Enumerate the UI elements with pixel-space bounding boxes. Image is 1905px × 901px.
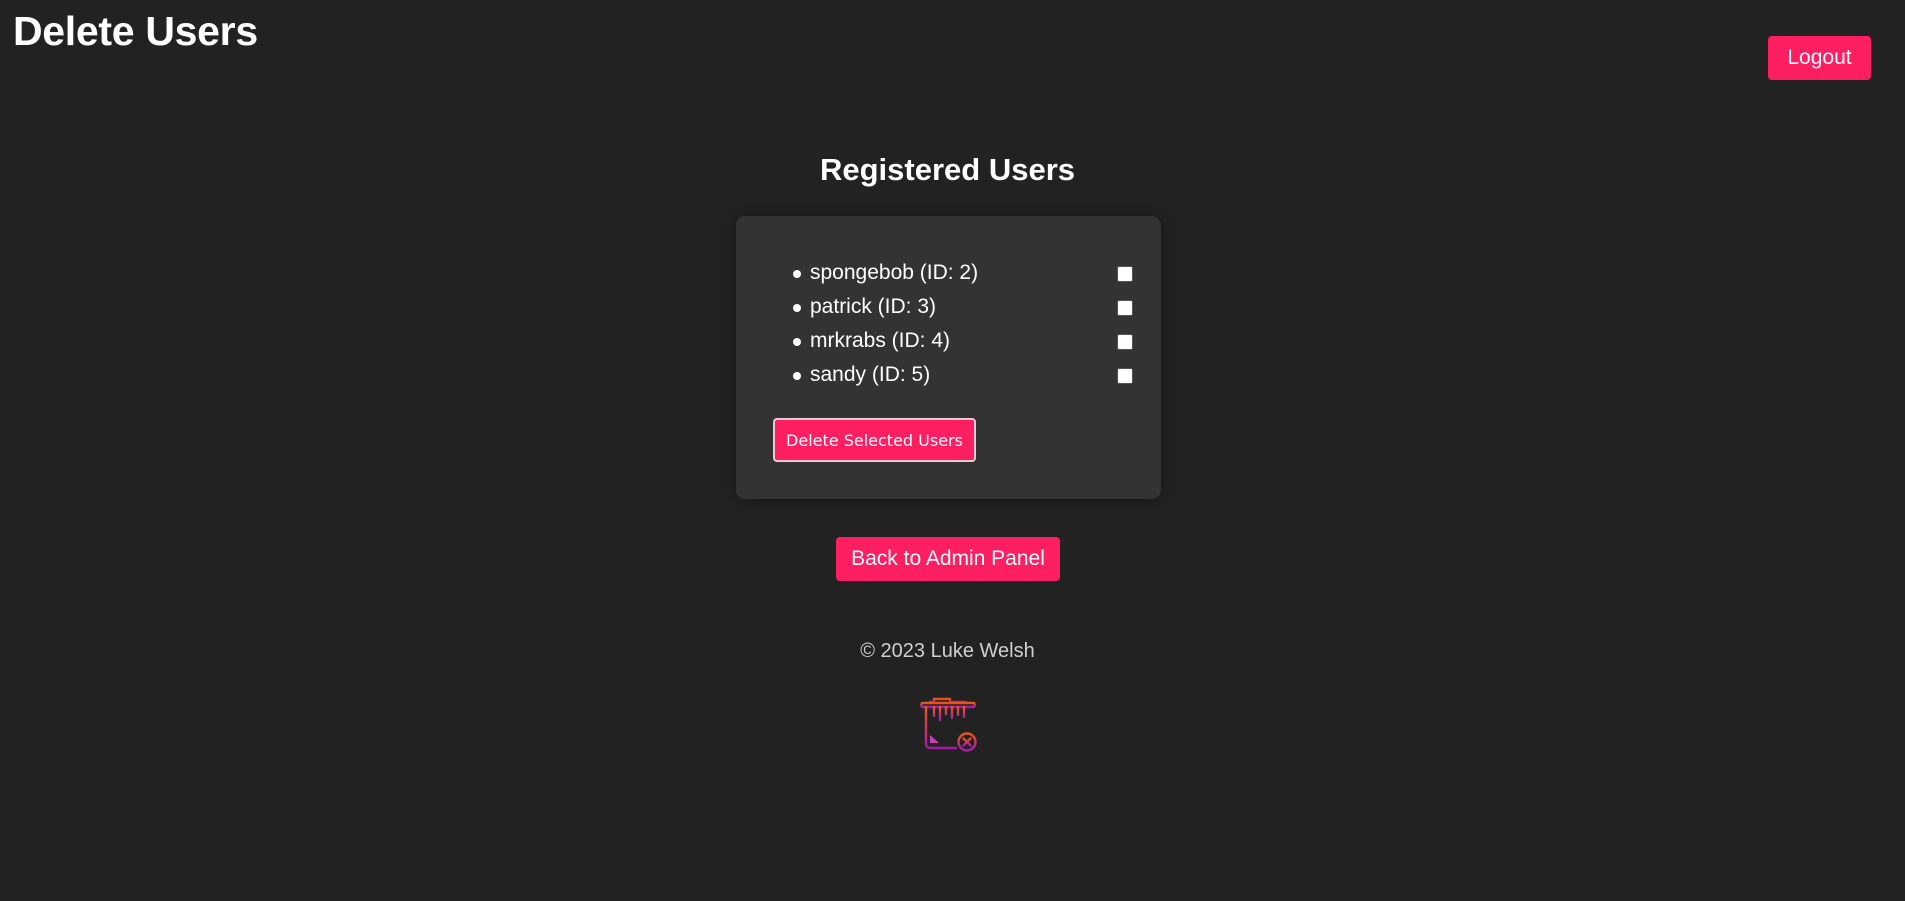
bullet-icon	[793, 270, 801, 278]
user-list-card: spongebob (ID: 2) patrick (ID: 3) mrkrab…	[736, 216, 1161, 499]
delete-selected-users-button[interactable]: Delete Selected Users	[773, 418, 976, 462]
user-checkbox[interactable]	[1117, 266, 1133, 282]
bullet-icon	[793, 304, 801, 312]
user-label: patrick (ID: 3)	[810, 295, 937, 318]
back-to-admin-panel-button[interactable]: Back to Admin Panel	[836, 537, 1060, 581]
page: Delete Users Logout Registered Users spo…	[0, 0, 1905, 901]
bullet-icon	[793, 338, 801, 346]
copyright-text: © 2023 Luke Welsh	[860, 640, 1035, 662]
user-checkbox[interactable]	[1117, 334, 1133, 350]
user-label: sandy (ID: 5)	[810, 363, 931, 386]
user-checkbox[interactable]	[1117, 300, 1133, 316]
section-title: Registered Users	[819, 152, 1075, 187]
trash-bin-remove-icon	[920, 697, 977, 752]
bullet-icon	[793, 372, 801, 380]
page-title: Delete Users	[13, 8, 258, 54]
user-list: spongebob (ID: 2) patrick (ID: 3) mrkrab…	[736, 258, 1161, 394]
user-label: spongebob (ID: 2)	[810, 261, 979, 284]
list-item: spongebob (ID: 2)	[736, 258, 1161, 292]
user-checkbox[interactable]	[1117, 368, 1133, 384]
list-item: patrick (ID: 3)	[736, 292, 1161, 326]
user-label: mrkrabs (ID: 4)	[810, 329, 951, 352]
list-item: mrkrabs (ID: 4)	[736, 326, 1161, 360]
list-item: sandy (ID: 5)	[736, 360, 1161, 394]
logout-button[interactable]: Logout	[1768, 36, 1871, 80]
